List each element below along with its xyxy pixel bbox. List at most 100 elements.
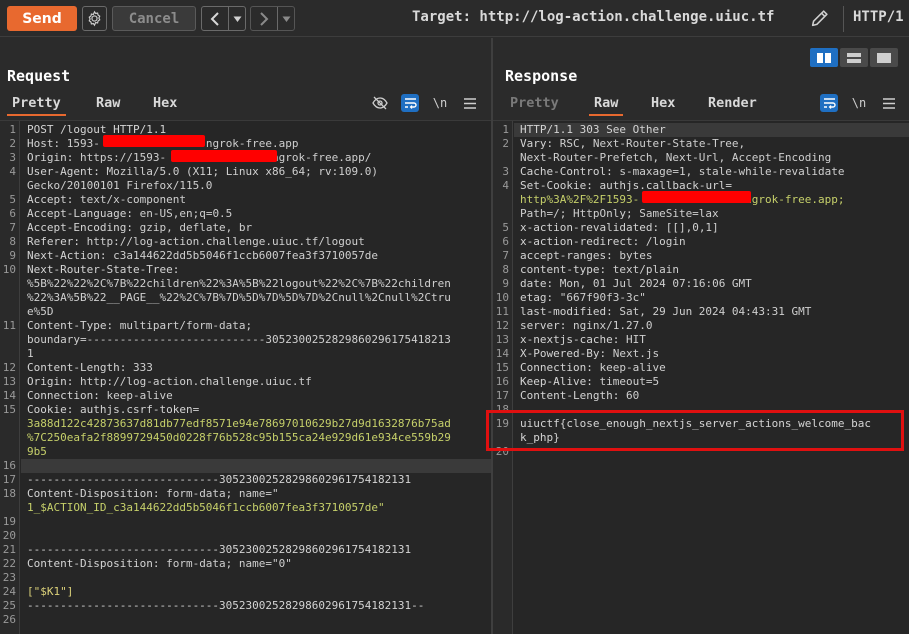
response-tab-hex[interactable]: Hex [646,94,680,116]
line-text: HTTP/1.1 303 See Other [520,123,666,137]
header-name: x-nextjs-cache: [520,333,620,346]
request-tab-pretty[interactable]: Pretty [7,94,66,116]
response-menu-button[interactable] [880,94,898,112]
line-number: 9 [9,249,16,262]
header-name: server: [520,319,567,332]
request-newline-toggle[interactable]: \n [431,94,449,112]
header-value: keep-alive [99,389,173,402]
line-text: date: Mon, 01 Jul 2024 07:16:06 GMT [520,277,752,291]
cookie-name: authjs.csrf-token= [79,403,200,416]
layout-toggle [810,48,898,67]
line-number: 20 [2,529,16,542]
line-number: 22 [2,557,16,570]
header-value: 1 [27,347,34,360]
line-text: Connection: keep-alive [520,361,666,375]
code-line: 16 Keep-Alive: timeout=5 [493,375,909,389]
header-value: [[],0,1] [659,221,719,234]
header-name: Connection: [27,389,100,402]
header-name: Content-Type: [27,319,114,332]
param-value: 9b5 [27,445,47,458]
line-text: boundary=---------------------------3052… [27,333,451,347]
response-tab-render[interactable]: Render [703,94,762,116]
line-text: %22%3A%5B%22__PAGE__%22%2C%7B%7D%5D%7D%5… [27,291,451,305]
code-line: 6 x-action-redirect: /login [493,235,909,249]
http-version-selector[interactable]: HTTP/1 [853,9,904,25]
code-line: 23 [0,571,491,585]
request-editor-icons: \n [359,94,479,112]
response-tab-pretty[interactable]: Pretty [505,94,564,116]
request-wrap-toggle[interactable] [401,94,419,112]
request-tab-raw[interactable]: Raw [91,94,125,116]
header-value: gzip, deflate, br [132,221,253,234]
param-value: 1_$ACTION_ID_c3a144622dd5b5046f1ccb6007f… [27,501,385,514]
header-name: x-action-revalidated: [520,221,660,234]
columns-icon [817,52,831,63]
header-value: text/x-component [73,193,186,206]
header-name: Host: [27,137,61,150]
code-line: 8 Referer: http://log-action.challenge.ui… [0,235,491,249]
cancel-button[interactable]: Cancel [112,6,196,31]
line-number: 5 [9,193,16,206]
edit-target-button[interactable] [809,7,831,33]
request-menu-button[interactable] [461,94,479,112]
forward-button[interactable] [251,7,277,30]
header-value: %22%3A%5B%22__PAGE__%22%2C%7B%7D%5D%7D%5… [27,291,451,304]
header-name: Content-Disposition: [27,557,160,570]
line-number: 4 [502,179,509,192]
response-tab-raw[interactable]: Raw [589,94,624,116]
send-button[interactable]: Send [7,6,77,31]
layout-side-by-side-button[interactable] [810,48,838,67]
line-number: 15 [2,403,16,416]
code-line: 11 last-modified: Sat, 29 Jun 2024 04:43:… [493,305,909,319]
code-line: 20 [0,529,491,543]
line-number: 17 [2,473,16,486]
header-name: X-Powered-By: [520,347,607,360]
header-value: form-data; name=" [159,487,279,500]
line-text: 3a88d122c42873637d81db77edf8571e94e78697… [27,417,451,431]
header-value: 60 [619,389,640,402]
line-text: 1 [27,347,34,361]
layout-stacked-button[interactable] [840,48,868,67]
layout-tabs-button[interactable] [870,48,898,67]
line-number: 13 [495,333,509,346]
code-line: 15 Cookie: authjs.csrf-token= [0,403,491,417]
header-value: timeout=5 [592,375,660,388]
header-name: Content-Length: [520,389,620,402]
line-text: ["$K1"] [27,585,73,599]
request-hide-button[interactable] [371,94,389,112]
line-text: Path=/; HttpOnly; SameSite=lax [520,207,719,221]
request-editor[interactable]: 1 POST /logout HTTP/1.1 2 Host: 1593- .ngro… [0,120,491,634]
line-text: x-action-redirect: /login [520,235,686,249]
line-number: 23 [2,571,16,584]
code-line: 5 x-action-revalidated: [[],0,1] [493,221,909,235]
header-name: last-modified: [520,305,613,318]
code-line: 9b5 [0,445,491,459]
code-line: 19 [0,515,491,529]
header-name: Next-Router-State-Tree: [27,263,180,276]
header-name: content-type: [520,263,607,276]
line-text: Accept: text/x-component [27,193,186,207]
line-number: 8 [502,263,509,276]
settings-button[interactable] [82,6,107,31]
back-button[interactable] [202,7,228,30]
header-value: nginx/1.27.0 [566,319,653,332]
line-number: 1 [9,123,16,136]
line-text: -----------------------------30523002528… [27,473,411,487]
response-wrap-toggle[interactable] [820,94,838,112]
line-number: 19 [2,515,16,528]
line-text: 1_$ACTION_ID_c3a144622dd5b5046f1ccb6007f… [27,501,385,515]
header-name: Content-Length: [27,361,127,374]
chevron-right-icon [260,11,269,26]
line-number: 4 [9,165,16,178]
line-text: Cache-Control: s-maxage=1, stale-while-r… [520,165,845,179]
forward-history-dropdown[interactable] [278,7,294,30]
response-newline-toggle[interactable]: \n [850,94,868,112]
header-name: User-Agent: [27,165,100,178]
line-text: Content-Disposition: form-data; name=" [27,487,279,501]
line-number: 13 [2,375,16,388]
back-history-dropdown[interactable] [229,7,245,30]
request-tab-hex[interactable]: Hex [148,94,182,116]
line-text: Content-Type: multipart/form-data; [27,319,252,333]
code-line: 21 -----------------------------305230025… [0,543,491,557]
line-text: -----------------------------30523002528… [27,543,411,557]
